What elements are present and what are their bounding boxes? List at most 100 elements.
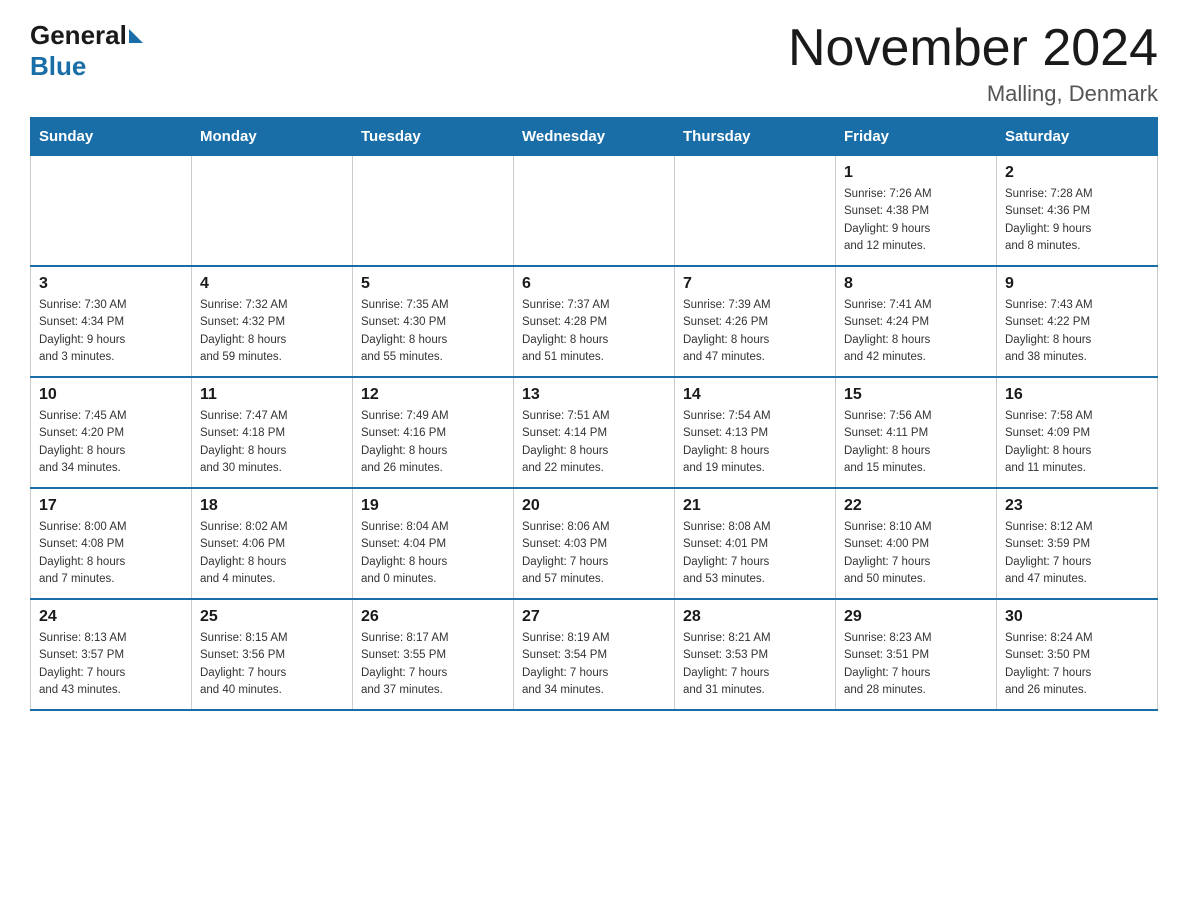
day-number: 1 xyxy=(844,164,988,182)
calendar-week-row: 24 Sunrise: 8:13 AMSunset: 3:57 PMDayligh… xyxy=(31,599,1158,710)
day-number: 4 xyxy=(200,275,344,293)
day-info: Sunrise: 8:10 AMSunset: 4:00 PMDaylight:… xyxy=(844,519,988,588)
day-info: Sunrise: 8:12 AMSunset: 3:59 PMDaylight:… xyxy=(1005,519,1149,588)
day-info: Sunrise: 7:49 AMSunset: 4:16 PMDaylight:… xyxy=(361,408,505,477)
calendar-cell xyxy=(192,156,353,267)
calendar-table: SundayMondayTuesdayWednesdayThursdayFrid… xyxy=(30,117,1158,711)
day-info: Sunrise: 8:23 AMSunset: 3:51 PMDaylight:… xyxy=(844,630,988,699)
day-number: 8 xyxy=(844,275,988,293)
day-number: 5 xyxy=(361,275,505,293)
day-number: 10 xyxy=(39,386,183,404)
day-number: 18 xyxy=(200,497,344,515)
day-info: Sunrise: 7:58 AMSunset: 4:09 PMDaylight:… xyxy=(1005,408,1149,477)
day-number: 16 xyxy=(1005,386,1149,404)
weekday-header-friday: Friday xyxy=(836,118,997,156)
calendar-cell: 11 Sunrise: 7:47 AMSunset: 4:18 PMDayligh… xyxy=(192,377,353,488)
title-block: November 2024 Malling, Denmark xyxy=(788,20,1158,107)
calendar-cell xyxy=(353,156,514,267)
calendar-cell: 10 Sunrise: 7:45 AMSunset: 4:20 PMDayligh… xyxy=(31,377,192,488)
day-number: 22 xyxy=(844,497,988,515)
calendar-cell: 8 Sunrise: 7:41 AMSunset: 4:24 PMDaylight… xyxy=(836,266,997,377)
calendar-cell: 24 Sunrise: 8:13 AMSunset: 3:57 PMDayligh… xyxy=(31,599,192,710)
day-number: 2 xyxy=(1005,164,1149,182)
calendar-week-row: 3Sunrise: 7:30 AMSunset: 4:34 PMDaylight… xyxy=(31,266,1158,377)
day-info: Sunrise: 7:28 AMSunset: 4:36 PMDaylight:… xyxy=(1005,186,1149,255)
day-info: Sunrise: 8:08 AMSunset: 4:01 PMDaylight:… xyxy=(683,519,827,588)
day-number: 17 xyxy=(39,497,183,515)
day-info: Sunrise: 7:56 AMSunset: 4:11 PMDaylight:… xyxy=(844,408,988,477)
calendar-cell xyxy=(514,156,675,267)
day-info: Sunrise: 7:32 AMSunset: 4:32 PMDaylight:… xyxy=(200,297,344,366)
day-info: Sunrise: 7:45 AMSunset: 4:20 PMDaylight:… xyxy=(39,408,183,477)
logo-general-text: General xyxy=(30,20,127,51)
calendar-cell: 15 Sunrise: 7:56 AMSunset: 4:11 PMDayligh… xyxy=(836,377,997,488)
day-info: Sunrise: 8:13 AMSunset: 3:57 PMDaylight:… xyxy=(39,630,183,699)
day-number: 25 xyxy=(200,608,344,626)
day-info: Sunrise: 8:06 AMSunset: 4:03 PMDaylight:… xyxy=(522,519,666,588)
day-number: 14 xyxy=(683,386,827,404)
page-header: General Blue November 2024 Malling, Denm… xyxy=(30,20,1158,107)
day-info: Sunrise: 7:47 AMSunset: 4:18 PMDaylight:… xyxy=(200,408,344,477)
day-number: 3 xyxy=(39,275,183,293)
day-info: Sunrise: 8:00 AMSunset: 4:08 PMDaylight:… xyxy=(39,519,183,588)
day-info: Sunrise: 8:04 AMSunset: 4:04 PMDaylight:… xyxy=(361,519,505,588)
calendar-cell: 14Sunrise: 7:54 AMSunset: 4:13 PMDayligh… xyxy=(675,377,836,488)
calendar-cell: 17 Sunrise: 8:00 AMSunset: 4:08 PMDayligh… xyxy=(31,488,192,599)
day-number: 6 xyxy=(522,275,666,293)
calendar-week-row: 10 Sunrise: 7:45 AMSunset: 4:20 PMDayligh… xyxy=(31,377,1158,488)
calendar-cell: 23 Sunrise: 8:12 AMSunset: 3:59 PMDayligh… xyxy=(997,488,1158,599)
day-number: 11 xyxy=(200,386,344,404)
calendar-cell: 13Sunrise: 7:51 AMSunset: 4:14 PMDayligh… xyxy=(514,377,675,488)
calendar-cell: 25 Sunrise: 8:15 AMSunset: 3:56 PMDayligh… xyxy=(192,599,353,710)
day-info: Sunrise: 8:17 AMSunset: 3:55 PMDaylight:… xyxy=(361,630,505,699)
day-info: Sunrise: 7:26 AMSunset: 4:38 PMDaylight:… xyxy=(844,186,988,255)
day-number: 20 xyxy=(522,497,666,515)
calendar-cell: 26Sunrise: 8:17 AMSunset: 3:55 PMDayligh… xyxy=(353,599,514,710)
logo-blue-text: Blue xyxy=(30,51,86,82)
calendar-cell: 28 Sunrise: 8:21 AMSunset: 3:53 PMDayligh… xyxy=(675,599,836,710)
day-number: 23 xyxy=(1005,497,1149,515)
day-info: Sunrise: 8:15 AMSunset: 3:56 PMDaylight:… xyxy=(200,630,344,699)
day-info: Sunrise: 8:21 AMSunset: 3:53 PMDaylight:… xyxy=(683,630,827,699)
day-number: 13 xyxy=(522,386,666,404)
day-number: 27 xyxy=(522,608,666,626)
day-info: Sunrise: 7:37 AMSunset: 4:28 PMDaylight:… xyxy=(522,297,666,366)
calendar-cell xyxy=(31,156,192,267)
calendar-cell: 3Sunrise: 7:30 AMSunset: 4:34 PMDaylight… xyxy=(31,266,192,377)
calendar-cell: 12 Sunrise: 7:49 AMSunset: 4:16 PMDayligh… xyxy=(353,377,514,488)
location-label: Malling, Denmark xyxy=(788,81,1158,107)
calendar-cell xyxy=(675,156,836,267)
calendar-cell: 19 Sunrise: 8:04 AMSunset: 4:04 PMDayligh… xyxy=(353,488,514,599)
day-number: 15 xyxy=(844,386,988,404)
day-number: 29 xyxy=(844,608,988,626)
weekday-header-saturday: Saturday xyxy=(997,118,1158,156)
calendar-cell: 20 Sunrise: 8:06 AMSunset: 4:03 PMDayligh… xyxy=(514,488,675,599)
day-number: 7 xyxy=(683,275,827,293)
day-number: 19 xyxy=(361,497,505,515)
weekday-header-monday: Monday xyxy=(192,118,353,156)
day-info: Sunrise: 7:43 AMSunset: 4:22 PMDaylight:… xyxy=(1005,297,1149,366)
day-info: Sunrise: 7:41 AMSunset: 4:24 PMDaylight:… xyxy=(844,297,988,366)
calendar-cell: 9Sunrise: 7:43 AMSunset: 4:22 PMDaylight… xyxy=(997,266,1158,377)
day-info: Sunrise: 7:39 AMSunset: 4:26 PMDaylight:… xyxy=(683,297,827,366)
calendar-cell: 7 Sunrise: 7:39 AMSunset: 4:26 PMDaylight… xyxy=(675,266,836,377)
calendar-cell: 6 Sunrise: 7:37 AMSunset: 4:28 PMDaylight… xyxy=(514,266,675,377)
day-number: 28 xyxy=(683,608,827,626)
day-number: 21 xyxy=(683,497,827,515)
weekday-header-tuesday: Tuesday xyxy=(353,118,514,156)
weekday-header-row: SundayMondayTuesdayWednesdayThursdayFrid… xyxy=(31,118,1158,156)
day-number: 12 xyxy=(361,386,505,404)
calendar-cell: 4 Sunrise: 7:32 AMSunset: 4:32 PMDaylight… xyxy=(192,266,353,377)
day-number: 24 xyxy=(39,608,183,626)
day-info: Sunrise: 8:02 AMSunset: 4:06 PMDaylight:… xyxy=(200,519,344,588)
month-title: November 2024 xyxy=(788,20,1158,77)
calendar-week-row: 1 Sunrise: 7:26 AMSunset: 4:38 PMDaylight… xyxy=(31,156,1158,267)
calendar-week-row: 17 Sunrise: 8:00 AMSunset: 4:08 PMDayligh… xyxy=(31,488,1158,599)
calendar-cell: 27Sunrise: 8:19 AMSunset: 3:54 PMDayligh… xyxy=(514,599,675,710)
calendar-cell: 5Sunrise: 7:35 AMSunset: 4:30 PMDaylight… xyxy=(353,266,514,377)
calendar-cell: 29 Sunrise: 8:23 AMSunset: 3:51 PMDayligh… xyxy=(836,599,997,710)
weekday-header-thursday: Thursday xyxy=(675,118,836,156)
logo: General Blue xyxy=(30,20,145,82)
calendar-cell: 30Sunrise: 8:24 AMSunset: 3:50 PMDayligh… xyxy=(997,599,1158,710)
calendar-cell: 2 Sunrise: 7:28 AMSunset: 4:36 PMDaylight… xyxy=(997,156,1158,267)
